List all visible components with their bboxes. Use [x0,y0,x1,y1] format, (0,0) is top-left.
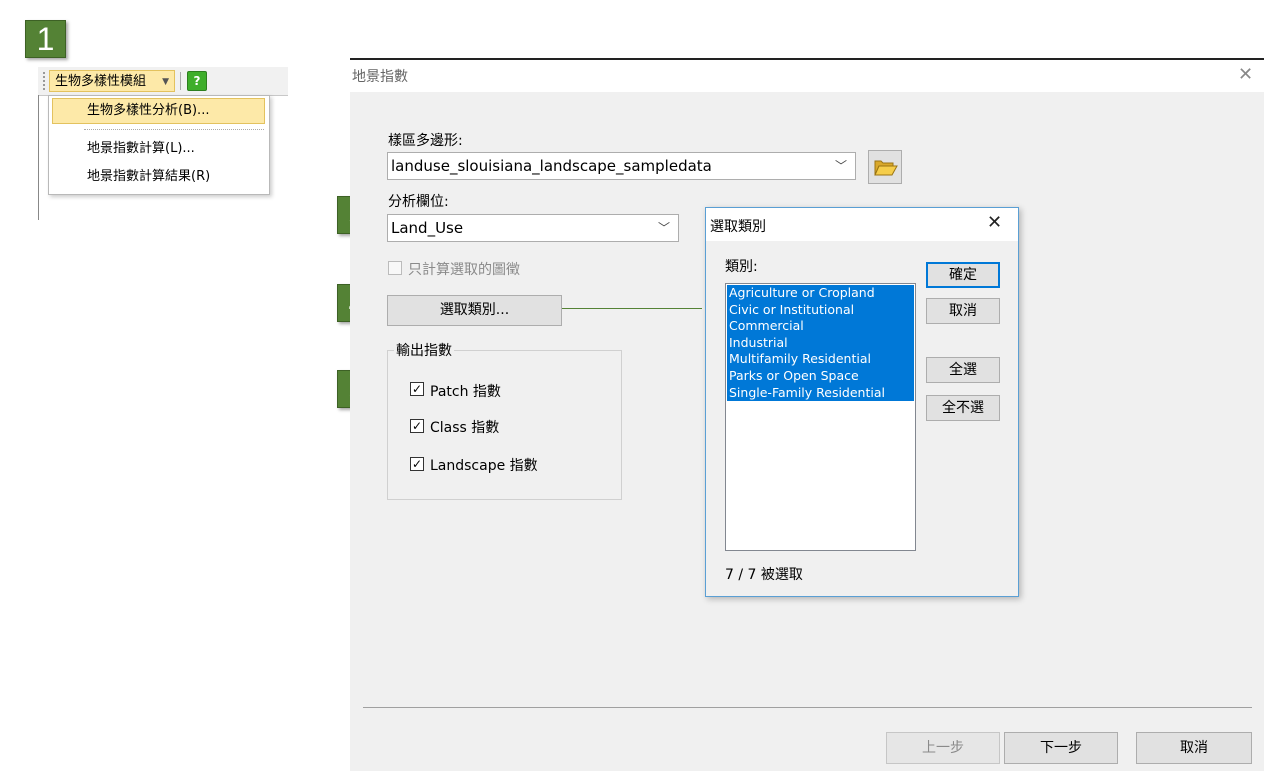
toolbar-separator [180,72,181,90]
polygon-combobox[interactable]: landuse_slouisiana_landscape_sampledata … [387,152,856,180]
dialog-top-border [350,58,1264,60]
module-dropdown-menu: 生物多樣性分析(B)... 地景指數計算(L)... 地景指數計算結果(R) [48,95,270,195]
class-index-checkbox[interactable]: ✓ [410,419,424,433]
close-icon[interactable]: ✕ [987,212,1002,233]
callout-connector-line [562,308,702,309]
list-item[interactable]: Industrial [727,334,914,352]
selected-features-checkbox[interactable] [388,261,402,275]
polygon-label: 樣區多邊形: [388,133,463,149]
help-icon[interactable]: ? [187,71,207,91]
dialog-title: 地景指數 [352,69,408,85]
biodiversity-module-menu-label: 生物多樣性模組 [55,74,147,89]
ok-button[interactable]: 確定 [926,262,1000,288]
output-index-group-title: 輸出指數 [394,340,454,360]
step-badge-1: 1 [25,20,66,58]
class-index-label: Class 指數 [430,420,500,436]
chevron-down-icon: ﹀ [657,221,670,235]
patch-index-checkbox[interactable]: ✓ [410,382,424,396]
menu-item-biodiversity-analysis[interactable]: 生物多樣性分析(B)... [87,100,209,122]
field-combobox[interactable]: Land_Use ﹀ [387,214,679,242]
select-none-button[interactable]: 全不選 [926,395,1000,421]
category-listbox[interactable]: Agriculture or Cropland Civic or Institu… [725,283,916,551]
list-item[interactable]: Single-Family Residential [727,384,914,402]
selection-count-status: 7 / 7 被選取 [725,567,803,583]
list-item[interactable]: Civic or Institutional [727,301,914,319]
folder-open-icon [874,160,898,176]
footer-divider [363,707,1252,708]
patch-index-label: Patch 指數 [430,384,501,400]
menu-item-landscape-index-calc[interactable]: 地景指數計算(L)... [87,138,195,160]
menu-separator [84,129,264,130]
select-category-button[interactable]: 選取類別... [387,295,562,326]
list-item[interactable]: Commercial [727,318,914,335]
chevron-down-icon: ﹀ [834,159,847,173]
back-button[interactable]: 上一步 [886,732,1000,764]
dialog-titlebar [350,58,1264,92]
close-icon[interactable]: ✕ [1238,64,1253,85]
module-toolbar: 生物多樣性模組 ▼ ? [38,67,288,96]
field-combobox-value: Land_Use [391,219,464,237]
list-item[interactable]: Multifamily Residential [727,351,914,368]
cancel-button[interactable]: 取消 [1136,732,1252,764]
category-list-label: 類別: [725,259,758,275]
select-all-button[interactable]: 全選 [926,357,1000,383]
toolbar-grip[interactable] [43,72,47,90]
sub-cancel-button[interactable]: 取消 [926,298,1000,324]
list-item[interactable]: Agriculture or Cropland [727,285,914,302]
selected-features-label: 只計算選取的圖徵 [408,262,520,278]
biodiversity-module-menu[interactable]: 生物多樣性模組 ▼ [49,70,175,92]
browse-folder-button[interactable] [868,150,902,184]
list-item[interactable]: Parks or Open Space [727,368,914,385]
menu-item-landscape-index-results[interactable]: 地景指數計算結果(R) [87,166,210,188]
sub-dialog-title: 選取類別 [710,219,766,235]
select-category-dialog: 選取類別 ✕ 類別: Agriculture or Cropland Civic… [705,207,1019,597]
chevron-down-icon: ▼ [162,77,169,87]
landscape-index-checkbox[interactable]: ✓ [410,457,424,471]
polygon-combobox-value: landuse_slouisiana_landscape_sampledata [391,157,712,175]
landscape-index-label: Landscape 指數 [430,458,538,474]
field-label: 分析欄位: [388,194,449,210]
panel-edge-line [38,95,39,220]
next-button[interactable]: 下一步 [1004,732,1118,764]
